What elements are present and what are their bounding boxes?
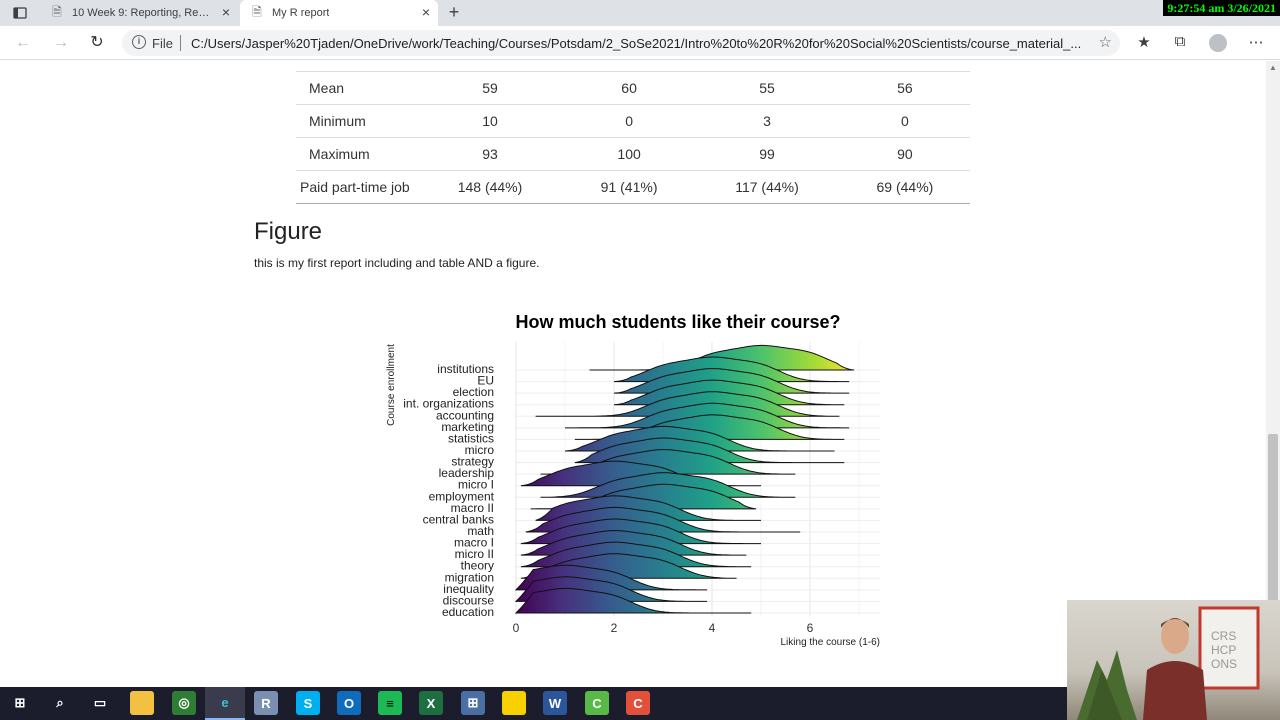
favorites-icon[interactable]: ★: [1134, 33, 1154, 51]
y-axis-label: Course enrollment: [386, 344, 397, 426]
forward-icon[interactable]: →: [50, 32, 72, 54]
chart-title: How much students like their course?: [515, 312, 840, 332]
tab-title: 10 Week 9: Reporting, Reproduc: [72, 7, 212, 19]
x-tick-label: 0: [513, 621, 520, 635]
r-icon[interactable]: R: [254, 691, 278, 715]
table-cell: 59: [416, 71, 564, 105]
row-label: Paid part-time job: [296, 170, 416, 204]
svg-text:HCP: HCP: [1211, 643, 1236, 657]
url-text[interactable]: C:/Users/Jasper%20Tjaden/OneDrive/work/T…: [191, 36, 1091, 51]
table-cell: 117 (44%): [694, 170, 840, 204]
table-cell: 0: [564, 104, 695, 138]
tab-my-r-report[interactable]: 🗎 My R report ×: [240, 0, 438, 26]
more-icon[interactable]: ⋯: [1246, 33, 1266, 51]
close-icon[interactable]: ×: [222, 4, 230, 20]
clock-overlay: 9:27:54 am 3/26/2021: [1163, 0, 1280, 16]
table-row: Mean 59 60 55 56: [296, 71, 970, 105]
table-cell: 10: [416, 104, 564, 138]
category-label: education: [442, 605, 494, 619]
summary-table: Mean 59 60 55 56 Minimum 10 0 3 0 Maximu…: [296, 71, 970, 204]
navigation-bar: ← → ↻ i File C:/Users/Jasper%20Tjaden/On…: [0, 26, 1280, 60]
tab-title: My R report: [272, 7, 330, 19]
camtasia-recorder-icon[interactable]: C: [626, 691, 650, 715]
x-tick-label: 6: [807, 621, 814, 635]
scroll-up-icon[interactable]: ▲: [1269, 63, 1277, 72]
tab-week9[interactable]: 🗎 10 Week 9: Reporting, Reproduc ×: [40, 0, 238, 26]
outlook-icon[interactable]: O: [337, 691, 361, 715]
info-icon[interactable]: i: [132, 35, 146, 49]
address-bar[interactable]: i File C:/Users/Jasper%20Tjaden/OneDrive…: [122, 30, 1120, 56]
table-cell: 93: [416, 137, 564, 171]
table-cell: 3: [694, 104, 840, 138]
table-cell: 90: [839, 137, 970, 171]
tab-strip: 🗎 10 Week 9: Reporting, Reproduc × 🗎 My …: [0, 0, 1280, 26]
table-row: Paid part-time job 148 (44%) 91 (41%) 11…: [296, 170, 970, 204]
x-axis-label: Liking the course (1-6): [781, 637, 881, 648]
spotify-icon[interactable]: ≡: [378, 691, 402, 715]
calculator-icon[interactable]: ⊞: [461, 691, 485, 715]
table-cell: 69 (44%): [839, 170, 970, 204]
edge-icon[interactable]: e: [205, 687, 245, 720]
tab-actions-menu-icon[interactable]: [0, 0, 40, 26]
reload-icon[interactable]: ↻: [86, 32, 108, 54]
profile-avatar[interactable]: [1209, 34, 1227, 52]
table-cell: 55: [694, 71, 840, 105]
chrome-icon[interactable]: ◎: [172, 691, 196, 715]
row-label: Mean: [296, 71, 416, 105]
row-label: Minimum: [296, 104, 416, 138]
figure-heading: Figure: [254, 218, 323, 245]
camtasia-icon[interactable]: C: [585, 691, 609, 715]
table-cell: 56: [839, 71, 970, 105]
word-icon[interactable]: W: [543, 691, 567, 715]
x-tick-label: 4: [709, 621, 716, 635]
table-cell: 91 (41%): [564, 170, 695, 204]
file-explorer-icon[interactable]: [130, 691, 154, 715]
add-favorite-icon[interactable]: ☆: [1099, 33, 1112, 51]
task-view-icon[interactable]: ▭: [88, 691, 112, 715]
page-icon: 🗎: [52, 4, 62, 19]
close-icon[interactable]: ×: [422, 4, 430, 20]
excel-icon[interactable]: X: [419, 691, 443, 715]
svg-text:CRS: CRS: [1211, 629, 1236, 643]
new-tab-icon[interactable]: +: [444, 2, 464, 23]
screen: 🗎 10 Week 9: Reporting, Reproduc × 🗎 My …: [0, 0, 1280, 720]
ridgeline-chart: How much students like their course?inst…: [386, 312, 881, 648]
row-label: Maximum: [296, 137, 416, 171]
table-row: Maximum 93 100 99 90: [296, 137, 970, 171]
table-cell: 100: [564, 137, 695, 171]
divider: [180, 35, 181, 51]
table-cell: 60: [564, 71, 695, 105]
table-cell: 0: [839, 104, 970, 138]
back-icon[interactable]: ←: [12, 32, 34, 54]
table-row: Minimum 10 0 3 0: [296, 104, 970, 138]
search-icon[interactable]: ⌕: [48, 691, 72, 715]
table-cell: 99: [694, 137, 840, 171]
start-icon[interactable]: ⊞: [8, 691, 32, 715]
table-cell: 148 (44%): [416, 170, 564, 204]
collections-icon[interactable]: ⧉: [1170, 33, 1190, 50]
figure-description: this is my first report including and ta…: [254, 256, 540, 270]
file-label: File: [152, 36, 173, 51]
page-content: Mean 59 60 55 56 Minimum 10 0 3 0 Maximu…: [0, 61, 1266, 687]
webcam-overlay: CRS HCP ONS: [1067, 600, 1280, 720]
skype-icon[interactable]: S: [296, 691, 320, 715]
vertical-scrollbar[interactable]: ▲: [1266, 61, 1280, 687]
svg-text:ONS: ONS: [1211, 657, 1237, 671]
x-tick-label: 2: [611, 621, 618, 635]
sticky-notes-icon[interactable]: [502, 691, 526, 715]
page-icon: 🗎: [252, 4, 262, 19]
